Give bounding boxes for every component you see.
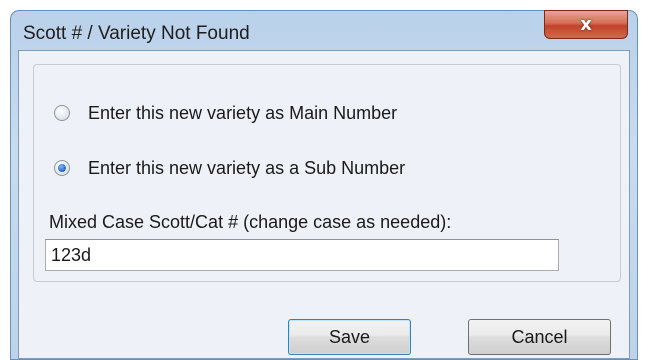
close-icon: x [580, 14, 592, 35]
dialog-window: Scott # / Variety Not Found x Enter this… [10, 10, 638, 360]
window-title: Scott # / Variety Not Found [23, 23, 250, 44]
radio-sub-number[interactable] [54, 160, 70, 176]
dialog-client-area: Enter this new variety as Main Number En… [18, 50, 630, 359]
option-main-number[interactable]: Enter this new variety as Main Number [54, 100, 397, 126]
options-groupbox: Enter this new variety as Main Number En… [33, 64, 621, 282]
title-bar[interactable]: Scott # / Variety Not Found x [11, 10, 637, 53]
save-button[interactable]: Save [288, 319, 411, 355]
cancel-button[interactable]: Cancel [468, 319, 611, 355]
close-button[interactable]: x [544, 10, 628, 39]
radio-main-number[interactable] [54, 105, 70, 121]
option-main-number-label: Enter this new variety as Main Number [88, 102, 398, 123]
scott-number-label: Mixed Case Scott/Cat # (change case as n… [49, 212, 452, 232]
option-sub-number[interactable]: Enter this new variety as a Sub Number [54, 155, 405, 181]
top-strip [0, 0, 645, 10]
scott-number-input[interactable] [45, 239, 559, 271]
option-sub-number-label: Enter this new variety as a Sub Number [88, 157, 406, 178]
